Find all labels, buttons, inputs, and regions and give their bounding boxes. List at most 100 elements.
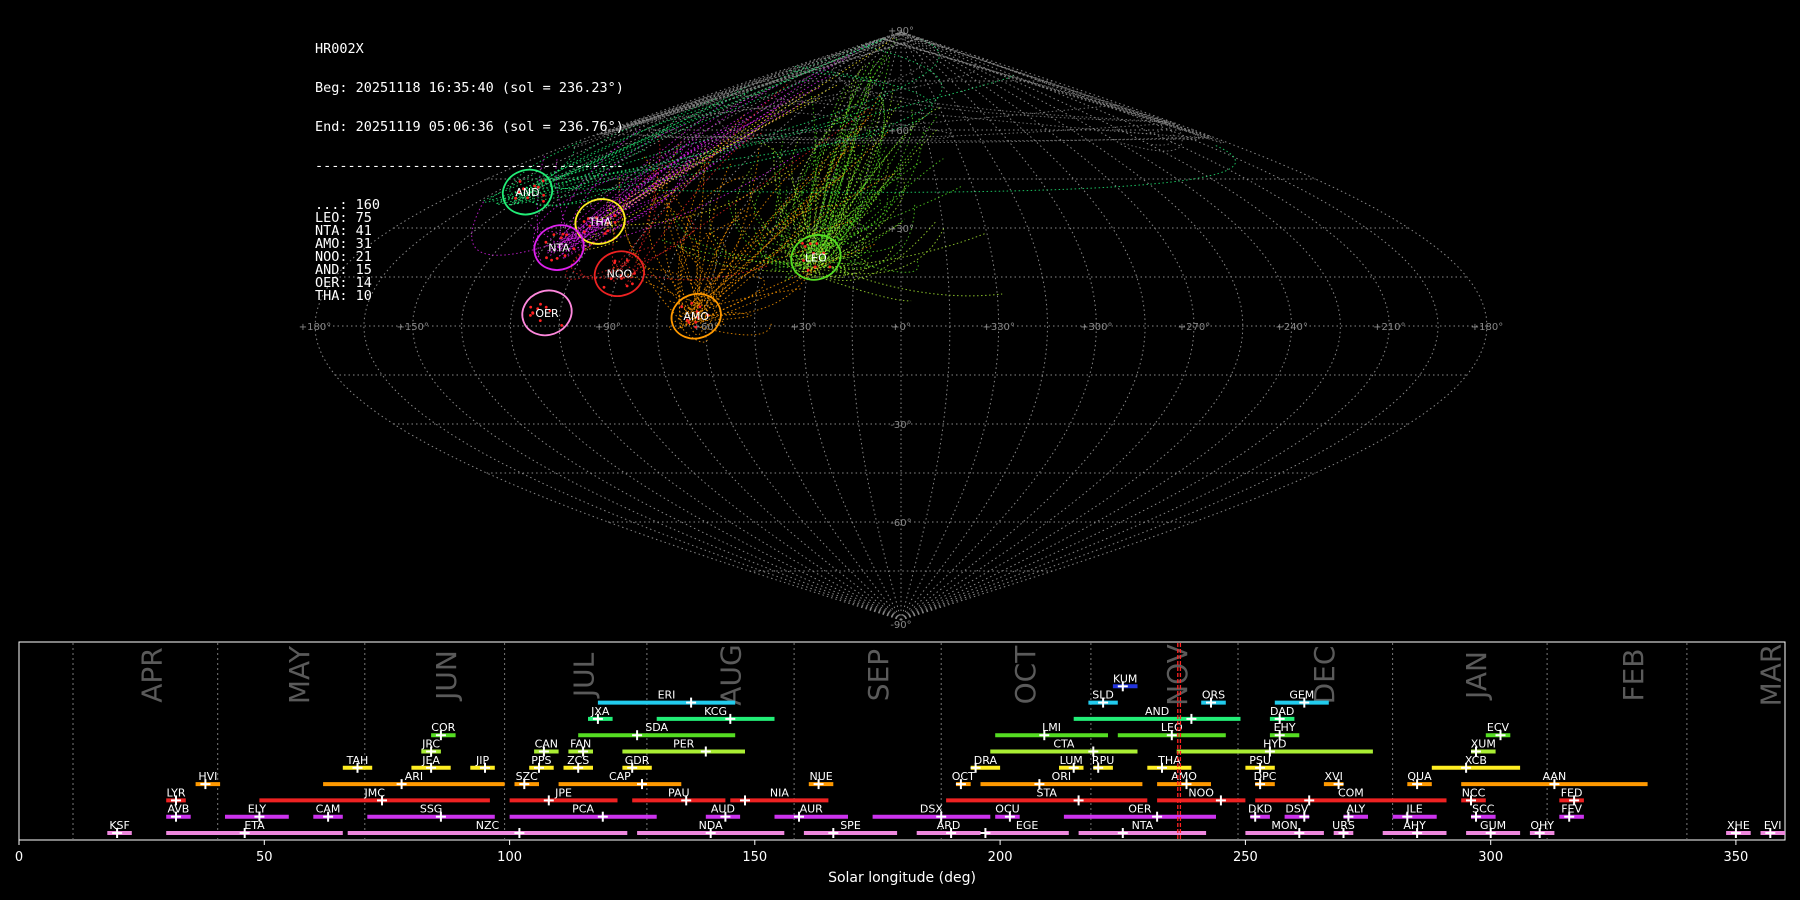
shower-code-label: QUA bbox=[1407, 770, 1432, 783]
shower-bar-hvi: HVI bbox=[195, 770, 221, 790]
shower-code-label: SDA bbox=[645, 721, 668, 734]
shower-bar-sda: SDA bbox=[578, 721, 736, 741]
shower-code-label: LMI bbox=[1042, 721, 1061, 734]
shower-code-label: MON bbox=[1271, 819, 1297, 832]
count-tha: THA: 10 bbox=[315, 288, 372, 304]
shower-code-label: AND bbox=[1145, 705, 1169, 718]
shower-bar-eta: ETA bbox=[166, 819, 343, 838]
shower-code-label: ERI bbox=[658, 689, 676, 702]
shower-code-label: SSG bbox=[420, 803, 443, 816]
shower-bar-avb: AVB bbox=[166, 803, 191, 822]
end-time: End: 20251119 05:06:36 (sol = 236.76°) bbox=[315, 119, 624, 135]
x-tick-label: 200 bbox=[988, 850, 1013, 865]
shower-code-label: NUE bbox=[809, 770, 832, 783]
shower-bar-dpc: DPC bbox=[1254, 770, 1277, 790]
shower-bar-noo: NOO bbox=[1157, 786, 1246, 806]
shower-bar-nda: NDA bbox=[637, 819, 785, 838]
shower-code-label: ZCS bbox=[567, 754, 589, 767]
shower-bar-evi: EVI bbox=[1760, 819, 1785, 838]
shower-bar-nzc: NZC bbox=[347, 819, 628, 838]
shower-code-label: DRA bbox=[974, 754, 998, 767]
shower-code-label: COM bbox=[1338, 786, 1364, 799]
shower-code-label: PSU bbox=[1249, 754, 1271, 767]
shower-code-label: CTA bbox=[1053, 738, 1075, 751]
shower-code-label: SPE bbox=[840, 819, 861, 832]
station-id: HR002X bbox=[315, 41, 364, 57]
shower-bar-leo: LEO bbox=[1117, 721, 1226, 741]
shower-bar-tah: TAH bbox=[342, 754, 373, 773]
shower-code-label: XHE bbox=[1727, 819, 1750, 832]
shower-code-label: SZC bbox=[516, 770, 539, 783]
shower-bar-jxa: JXA bbox=[588, 705, 613, 724]
month-label: SEP bbox=[862, 649, 895, 701]
shower-code-label: PCA bbox=[572, 803, 594, 816]
month-label: OCT bbox=[1009, 645, 1042, 705]
shower-code-label: ORS bbox=[1202, 689, 1225, 702]
month-label: JUN bbox=[430, 650, 463, 702]
shower-bar-jpe: JPE bbox=[509, 786, 618, 806]
shower-code-label: LEO bbox=[1161, 721, 1183, 734]
shower-code-label: AVB bbox=[167, 803, 189, 816]
shower-bar-urs: URS bbox=[1332, 819, 1355, 838]
month-label: JAN bbox=[1460, 651, 1493, 701]
shower-code-label: URS bbox=[1332, 819, 1355, 832]
shower-code-label: PAU bbox=[668, 786, 690, 799]
x-tick-label: 100 bbox=[497, 850, 522, 865]
shower-code-label: SCC bbox=[1472, 803, 1495, 816]
shower-code-label: OHY bbox=[1530, 819, 1554, 832]
shower-code-label: XUM bbox=[1471, 738, 1496, 751]
info-separator: -------------------------------------- bbox=[315, 158, 624, 174]
shower-bar-oct: OCT bbox=[952, 770, 975, 790]
shower-code-label: ECV bbox=[1487, 721, 1510, 734]
shower-code-label: DSX bbox=[920, 803, 943, 816]
shower-bar-sta: STA bbox=[946, 786, 1148, 806]
shower-bar-nta: NTA bbox=[1078, 819, 1207, 838]
shower-bar-spe: SPE bbox=[803, 819, 898, 838]
month-label: MAR bbox=[1755, 644, 1788, 707]
shower-bar-nue: NUE bbox=[808, 770, 834, 790]
shower-bar-xhe: XHE bbox=[1726, 819, 1751, 838]
shower-code-label: ORI bbox=[1052, 770, 1072, 783]
shower-code-label: XVI bbox=[1325, 770, 1343, 783]
month-label: FEB bbox=[1617, 648, 1650, 701]
shower-code-label: AUR bbox=[800, 803, 824, 816]
x-axis: 0 50 100 150 200 250 300 350 bbox=[15, 840, 1748, 865]
shower-bar-ors: ORS bbox=[1201, 689, 1226, 708]
shower-bars: KSF ETA NZC NDA SPE ARD EGE NTA MON URS AHY GUM OHY X… bbox=[107, 672, 1785, 838]
shower-bar-pca: PCA bbox=[509, 803, 657, 822]
shower-bar-dsx: DSX bbox=[872, 803, 991, 822]
x-tick-label: 150 bbox=[742, 850, 767, 865]
shower-code-label: GEM bbox=[1289, 689, 1314, 702]
shower-code-label: OER bbox=[1128, 803, 1152, 816]
shower-bar-zcs: ZCS bbox=[563, 754, 593, 773]
month-label: AUG bbox=[715, 644, 748, 705]
shower-bar-ksf: KSF bbox=[107, 819, 132, 838]
shower-bar-ege: EGE bbox=[980, 819, 1069, 838]
shower-code-label: PPS bbox=[531, 754, 551, 767]
shower-code-label: GUM bbox=[1480, 819, 1506, 832]
shower-code-label: EGE bbox=[1016, 819, 1038, 832]
shower-bar-ori: ORI bbox=[980, 770, 1143, 790]
shower-code-label: JPE bbox=[554, 786, 572, 799]
shower-code-label: ARI bbox=[405, 770, 423, 783]
shower-counts: ...: 160 LEO: 75 NTA: 41 AMO: 31 NOO: 21 AND:… bbox=[315, 198, 624, 303]
shower-code-label: KCG bbox=[704, 705, 727, 718]
month-label: APR bbox=[136, 647, 169, 703]
begin-time: Beg: 20251118 16:35:40 (sol = 236.23°) bbox=[315, 80, 624, 96]
shower-bar-jip: JIP bbox=[470, 754, 495, 773]
shower-code-label: EHY bbox=[1274, 721, 1296, 734]
shower-bar-cap: CAP bbox=[558, 770, 682, 790]
x-tick-label: 250 bbox=[1233, 850, 1258, 865]
shower-code-label: DPC bbox=[1254, 770, 1277, 783]
shower-code-label: EVI bbox=[1764, 819, 1782, 832]
shower-bar-cam: CAM bbox=[313, 803, 343, 822]
info-box: HR002X Beg: 20251118 16:35:40 (sol = 236… bbox=[315, 17, 624, 303]
shower-code-label: DSV bbox=[1285, 803, 1308, 816]
shower-bar-hyd: HYD bbox=[1176, 738, 1373, 757]
shower-bar-xcb: XCB bbox=[1431, 754, 1521, 773]
shower-code-label: CAP bbox=[609, 770, 631, 783]
shower-code-label: FED bbox=[1561, 786, 1583, 799]
shower-code-label: COR bbox=[431, 721, 455, 734]
shower-code-label: CAM bbox=[316, 803, 341, 816]
shower-code-label: DAD bbox=[1270, 705, 1294, 718]
